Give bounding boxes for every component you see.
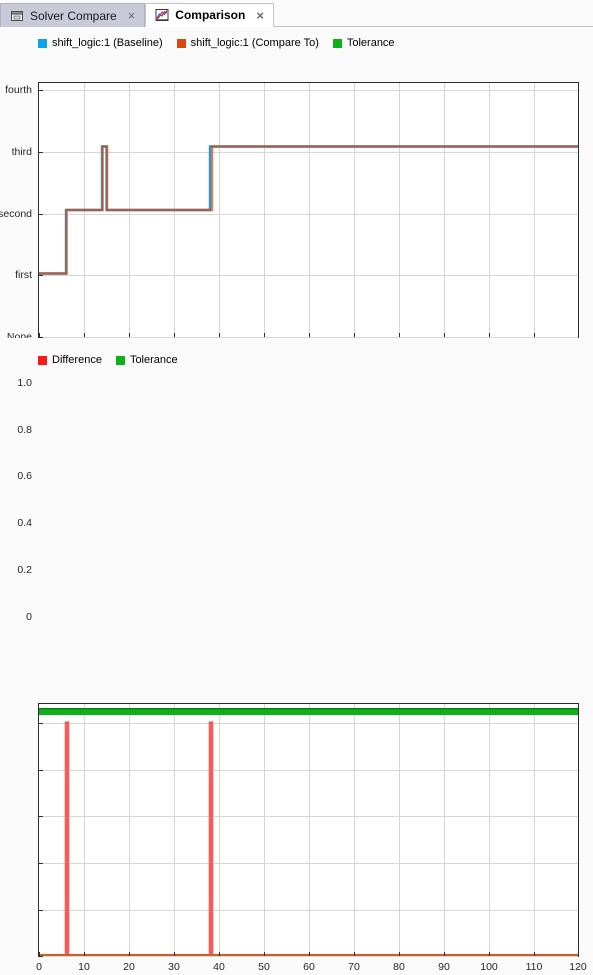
xtick-label: 110	[525, 961, 543, 973]
xtick-label: 0	[36, 961, 42, 973]
xtick-mark	[219, 333, 220, 337]
chart2-plot-area[interactable]	[38, 703, 579, 957]
panel-icon	[10, 9, 24, 23]
legend-label-compare-to: shift_logic:1 (Compare To)	[190, 37, 319, 49]
xtick-label: 70	[348, 961, 360, 973]
xtick-label: 90	[438, 961, 450, 973]
ytick-mark	[39, 151, 43, 153]
ytick-mark	[39, 769, 43, 771]
xtick-mark	[174, 952, 175, 956]
legend-item-tolerance[interactable]: Tolerance	[332, 37, 395, 49]
legend-item-difference[interactable]: Difference	[38, 354, 102, 366]
ytick-label: third	[11, 145, 32, 158]
difference-chart: Difference Tolerance 1.0 0.8 0.6 0.4 0.2…	[0, 338, 593, 973]
xtick-label: 80	[393, 961, 405, 973]
xtick-label: 100	[480, 961, 498, 973]
xtick-mark	[309, 952, 310, 956]
series-compare-to	[39, 145, 578, 275]
ytick-mark	[39, 722, 43, 724]
tab-comparison[interactable]: Comparison ×	[145, 3, 274, 27]
legend-item-tolerance[interactable]: Tolerance	[115, 354, 178, 366]
ytick-mark	[39, 90, 43, 91]
xtick-mark	[489, 333, 490, 337]
tab-solver-compare[interactable]: Solver Compare ×	[0, 3, 146, 27]
xtick-mark	[444, 333, 445, 337]
xtick-mark	[219, 952, 220, 956]
legend-label-difference: Difference	[52, 354, 102, 366]
ytick-label: 0.4	[17, 517, 32, 530]
xtick-mark	[84, 952, 85, 956]
xtick-mark	[174, 333, 175, 337]
tab-comparison-label: Comparison	[175, 8, 246, 22]
chart2-x-axis: 0 10 20 30 40 50 60 70 80 90 100 110 120	[36, 957, 587, 975]
xtick-mark	[534, 952, 535, 956]
ytick-mark	[39, 275, 43, 277]
xtick-mark	[399, 952, 400, 956]
legend-swatch-tolerance	[115, 355, 125, 365]
ytick-label: 1.0	[17, 376, 32, 389]
legend-label-baseline: shift_logic:1 (Baseline)	[52, 37, 163, 49]
chart2-y-axis: 1.0 0.8 0.6 0.4 0.2 0	[0, 364, 38, 623]
series-difference	[39, 721, 578, 956]
xtick-mark	[129, 333, 130, 337]
legend-item-baseline[interactable]: shift_logic:1 (Baseline)	[38, 37, 163, 49]
ytick-label: first	[15, 269, 32, 282]
xtick-mark	[129, 952, 130, 956]
ytick-mark	[39, 863, 43, 865]
legend-label-tolerance: Tolerance	[346, 37, 395, 49]
plot-icon	[155, 8, 169, 22]
xtick-label: 120	[569, 961, 587, 973]
chart1-plot-area[interactable]	[38, 82, 579, 338]
ytick-label: fourth	[5, 84, 32, 96]
xtick-label: 40	[213, 961, 225, 973]
xtick-mark	[534, 333, 535, 337]
legend-swatch-difference	[38, 355, 47, 365]
ytick-label: 0	[26, 611, 32, 623]
chart2-series	[39, 707, 578, 956]
xtick-label: 20	[123, 961, 135, 973]
tab-solver-compare-label: Solver Compare	[30, 8, 117, 23]
xtick-mark	[399, 333, 400, 337]
legend-label-tolerance: Tolerance	[129, 354, 178, 366]
tab-bar: Solver Compare × Comparison ×	[0, 0, 593, 27]
xtick-mark	[264, 333, 265, 337]
xtick-mark	[354, 952, 355, 956]
chart1-series	[39, 145, 578, 275]
xtick-label: 30	[168, 961, 180, 973]
ytick-label: 0.6	[17, 470, 32, 483]
xtick-mark	[444, 952, 445, 956]
xtick-label: 60	[303, 961, 315, 973]
signal-comparison-legend: shift_logic:1 (Baseline) shift_logic:1 (…	[0, 27, 593, 54]
xtick-mark	[489, 952, 490, 956]
ytick-mark	[39, 213, 43, 215]
ytick-label: second	[0, 207, 32, 220]
xtick-mark	[309, 333, 310, 337]
ytick-label: 0.8	[17, 423, 32, 436]
ytick-mark	[39, 910, 43, 912]
close-icon[interactable]: ×	[254, 9, 266, 22]
ytick-label: 0.2	[17, 564, 32, 577]
ytick-mark	[39, 816, 43, 818]
legend-swatch-compare-to	[176, 38, 186, 48]
chart1-y-axis: fourth third second first None	[0, 82, 38, 343]
legend-swatch-tolerance	[332, 38, 342, 48]
xtick-mark	[578, 333, 579, 337]
signal-comparison-chart: shift_logic:1 (Baseline) shift_logic:1 (…	[0, 27, 593, 354]
legend-item-compare-to[interactable]: shift_logic:1 (Compare To)	[176, 37, 319, 49]
close-icon[interactable]: ×	[126, 9, 138, 22]
xtick-label: 50	[258, 961, 270, 973]
legend-swatch-baseline	[38, 38, 47, 48]
xtick-label: 10	[78, 961, 90, 973]
xtick-mark	[84, 333, 85, 337]
xtick-mark	[354, 333, 355, 337]
difference-legend: Difference Tolerance	[0, 338, 593, 371]
xtick-mark	[264, 952, 265, 956]
xtick-mark	[578, 952, 579, 956]
